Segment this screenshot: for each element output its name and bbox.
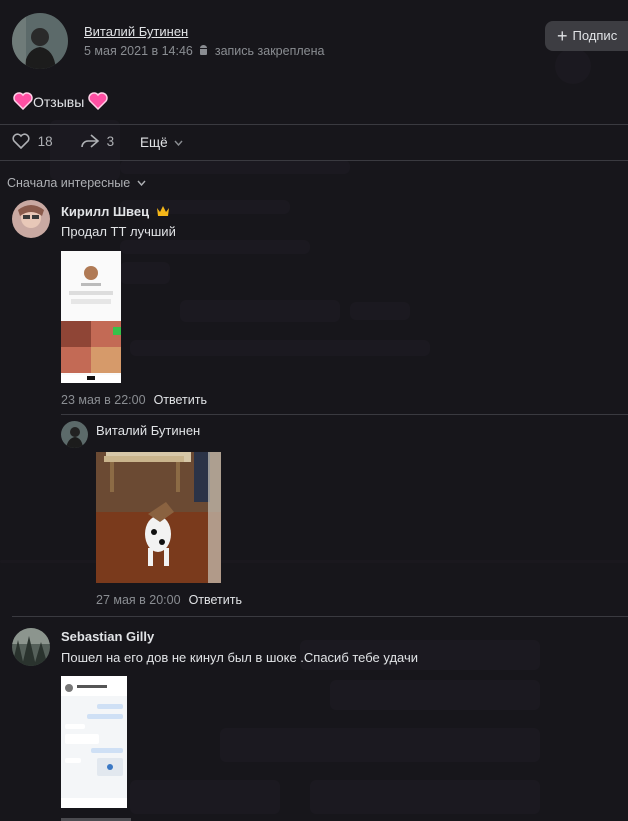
reply-button[interactable]: Ответить xyxy=(189,593,242,607)
comment-date[interactable]: 27 мая в 20:00 xyxy=(96,593,181,607)
post-text: Отзывы xyxy=(33,94,85,110)
author-photo-icon xyxy=(12,13,68,69)
share-count: 3 xyxy=(106,134,115,149)
plus-icon: + xyxy=(557,26,568,46)
post-meta: 5 мая 2021 в 14:46 запись закреплена xyxy=(84,44,324,59)
post-text-row: Отзывы xyxy=(13,92,108,113)
comment-attachment-image[interactable] xyxy=(61,676,127,808)
comment-text: Пошел на его дов не кинул был в шоке .Сп… xyxy=(61,650,419,665)
sort-label: Сначала интересные xyxy=(7,176,131,190)
heart-icon xyxy=(13,92,33,113)
comment-footer: 27 мая в 20:00 Ответить xyxy=(96,592,242,607)
like-button[interactable]: 18 xyxy=(12,133,53,152)
share-icon xyxy=(80,133,100,152)
post-author-block: Виталий Бутинен 5 мая 2021 в 14:46 запис… xyxy=(84,24,324,59)
comment-header: Sebastian Gilly xyxy=(61,629,154,644)
comment-avatar[interactable] xyxy=(61,421,88,448)
comment-attachment-image[interactable] xyxy=(61,251,121,383)
comment-date[interactable]: 23 мая в 22:00 xyxy=(61,393,146,407)
comment-avatar[interactable] xyxy=(12,200,50,238)
post-author-name[interactable]: Виталий Бутинен xyxy=(84,24,324,39)
comment-text: Продал ТТ лучший xyxy=(61,224,176,239)
comment-avatar[interactable] xyxy=(12,628,50,666)
comment-author[interactable]: Виталий Бутинен xyxy=(96,423,200,438)
subscribe-label: Подпис xyxy=(572,28,618,43)
pinned-label: запись закреплена xyxy=(214,44,325,58)
more-menu[interactable]: Ещё xyxy=(140,134,183,150)
divider xyxy=(12,616,628,617)
chevron-down-icon xyxy=(174,134,183,149)
android-icon xyxy=(198,44,209,59)
crown-icon xyxy=(156,205,170,220)
subscribe-button[interactable]: + Подпис xyxy=(545,21,628,51)
heart-icon xyxy=(88,92,108,113)
user-photo-icon xyxy=(12,200,50,238)
heart-outline-icon xyxy=(12,133,30,152)
share-button[interactable]: 3 xyxy=(80,133,114,152)
comment-footer: 23 мая в 22:00 Ответить xyxy=(61,392,207,407)
comment-header: Виталий Бутинен xyxy=(96,423,200,438)
user-photo-icon xyxy=(61,421,88,448)
like-count: 18 xyxy=(37,134,53,149)
comment-author[interactable]: Sebastian Gilly xyxy=(61,629,154,644)
divider xyxy=(61,414,628,415)
divider xyxy=(0,160,628,161)
post-date[interactable]: 5 мая 2021 в 14:46 xyxy=(84,44,193,58)
more-label: Ещё xyxy=(140,135,168,150)
post-author-avatar[interactable] xyxy=(12,13,68,69)
divider xyxy=(0,124,628,125)
comment-attachment-image[interactable] xyxy=(96,452,221,583)
sort-dropdown[interactable]: Сначала интересные xyxy=(7,175,146,190)
chevron-down-icon xyxy=(137,175,146,189)
comment-author[interactable]: Кирилл Швец xyxy=(61,204,149,219)
user-photo-icon xyxy=(12,628,50,666)
reply-button[interactable]: Ответить xyxy=(154,393,207,407)
comment-header: Кирилл Швец xyxy=(61,204,170,220)
comment-footer-partial xyxy=(61,816,151,821)
